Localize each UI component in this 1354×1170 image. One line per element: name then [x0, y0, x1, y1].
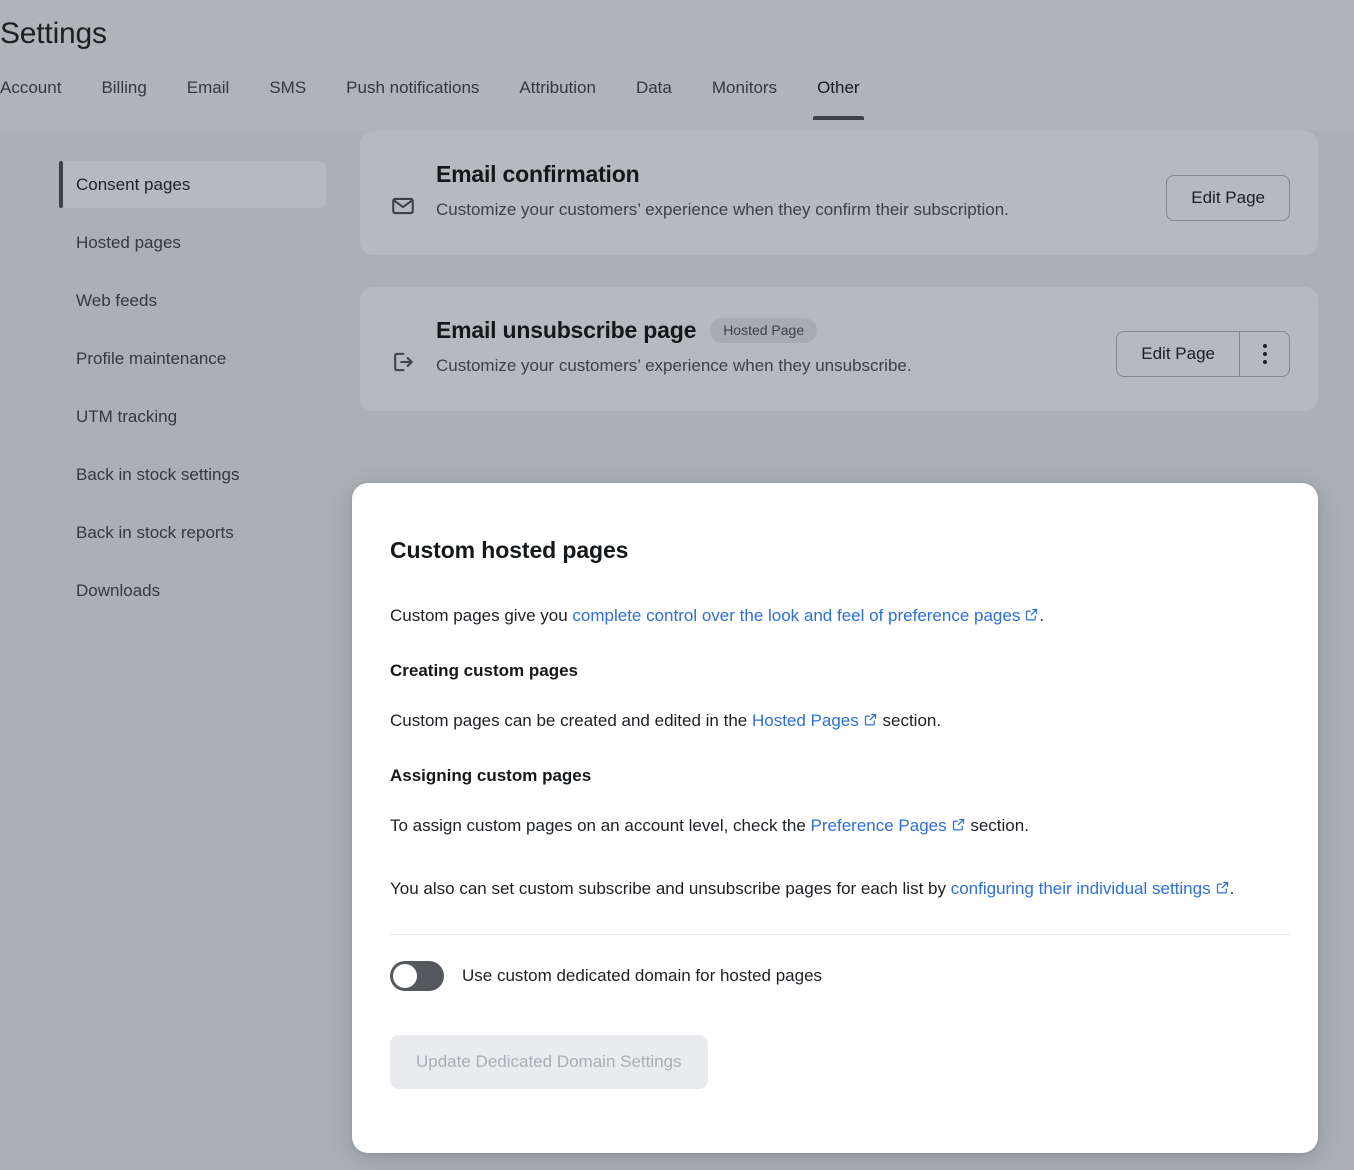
envelope-icon: [388, 193, 418, 219]
status-badge: Hosted Page: [710, 318, 817, 343]
settings-header: Settings Account Billing Email SMS Push …: [0, 0, 1354, 131]
card-title: Email unsubscribe page: [436, 317, 696, 344]
card-title: Email confirmation: [436, 161, 639, 188]
external-link-icon: [1215, 874, 1230, 906]
card-email-confirmation: Email confirmation Customize your custom…: [360, 131, 1318, 255]
hosted-pages-link[interactable]: Hosted Pages: [752, 711, 859, 730]
sidebar-item-hosted-pages[interactable]: Hosted pages: [60, 219, 326, 266]
assigning-1-text-before: To assign custom pages on an account lev…: [390, 816, 811, 835]
tab-data[interactable]: Data: [616, 78, 692, 120]
preference-pages-control-link[interactable]: complete control over the look and feel …: [572, 606, 1020, 625]
settings-sidebar: Consent pages Hosted pages Web feeds Pro…: [0, 131, 348, 1170]
external-link-icon: [1024, 601, 1039, 633]
card-actions: Edit Page: [1166, 175, 1290, 221]
creating-custom-pages-heading: Creating custom pages: [390, 661, 1290, 681]
dedicated-domain-toggle-label: Use custom dedicated domain for hosted p…: [462, 966, 822, 986]
edit-page-button[interactable]: Edit Page: [1117, 332, 1239, 376]
tab-attribution[interactable]: Attribution: [499, 78, 616, 120]
more-options-button[interactable]: [1239, 332, 1289, 376]
tab-email[interactable]: Email: [167, 78, 250, 120]
individual-settings-link[interactable]: configuring their individual settings: [951, 879, 1211, 898]
edit-page-split-button: Edit Page: [1116, 331, 1290, 377]
intro-text-before: Custom pages give you: [390, 606, 572, 625]
card-email-unsubscribe-page: Email unsubscribe page Hosted Page Custo…: [360, 287, 1318, 411]
logout-icon: [388, 349, 418, 375]
settings-page-root: Settings Account Billing Email SMS Push …: [0, 0, 1354, 1170]
external-link-icon: [863, 706, 878, 738]
sidebar-item-profile-maintenance[interactable]: Profile maintenance: [60, 335, 326, 382]
update-dedicated-domain-settings-button[interactable]: Update Dedicated Domain Settings: [390, 1035, 708, 1089]
section-divider: [390, 934, 1290, 935]
creating-text-before: Custom pages can be created and edited i…: [390, 711, 752, 730]
creating-text-after: section.: [878, 711, 941, 730]
card-description: Customize your customers’ experience whe…: [436, 350, 1066, 381]
intro-text-after: .: [1039, 606, 1044, 625]
card-actions: Edit Page: [1116, 331, 1290, 377]
preference-pages-link[interactable]: Preference Pages: [811, 816, 947, 835]
sidebar-item-web-feeds[interactable]: Web feeds: [60, 277, 326, 324]
tab-account[interactable]: Account: [0, 78, 81, 120]
assigning-2-text-before: You also can set custom subscribe and un…: [390, 879, 951, 898]
dedicated-domain-toggle[interactable]: [390, 961, 444, 991]
intro-paragraph: Custom pages give you complete control o…: [390, 600, 1290, 633]
page-title: Settings: [0, 17, 107, 51]
kebab-menu-icon: [1263, 344, 1267, 364]
assigning-custom-pages-heading: Assigning custom pages: [390, 766, 1290, 786]
tab-billing[interactable]: Billing: [81, 78, 166, 120]
creating-paragraph: Custom pages can be created and edited i…: [390, 705, 1290, 738]
toggle-knob: [393, 964, 417, 988]
assigning-1-text-after: section.: [966, 816, 1029, 835]
edit-page-button[interactable]: Edit Page: [1166, 175, 1290, 221]
tab-sms[interactable]: SMS: [249, 78, 326, 120]
sidebar-item-utm-tracking[interactable]: UTM tracking: [60, 393, 326, 440]
tab-push-notifications[interactable]: Push notifications: [326, 78, 499, 120]
external-link-icon: [951, 811, 966, 843]
consent-pages-list: Email confirmation Customize your custom…: [360, 131, 1318, 443]
assigning-paragraph-1: To assign custom pages on an account lev…: [390, 810, 1290, 843]
settings-tab-bar: Account Billing Email SMS Push notificat…: [0, 78, 880, 131]
tab-other[interactable]: Other: [797, 78, 880, 120]
sidebar-item-back-in-stock-settings[interactable]: Back in stock settings: [60, 451, 326, 498]
assigning-2-text-after: .: [1230, 879, 1235, 898]
sidebar-item-downloads[interactable]: Downloads: [60, 567, 326, 614]
tab-monitors[interactable]: Monitors: [692, 78, 797, 120]
assigning-paragraph-2: You also can set custom subscribe and un…: [390, 873, 1290, 906]
sidebar-item-back-in-stock-reports[interactable]: Back in stock reports: [60, 509, 326, 556]
sidebar-item-consent-pages[interactable]: Consent pages: [60, 161, 326, 208]
dedicated-domain-toggle-row: Use custom dedicated domain for hosted p…: [390, 961, 1290, 991]
panel-title: Custom hosted pages: [390, 537, 1290, 564]
custom-hosted-pages-panel: Custom hosted pages Custom pages give yo…: [352, 483, 1318, 1153]
card-description: Customize your customers’ experience whe…: [436, 194, 1066, 225]
